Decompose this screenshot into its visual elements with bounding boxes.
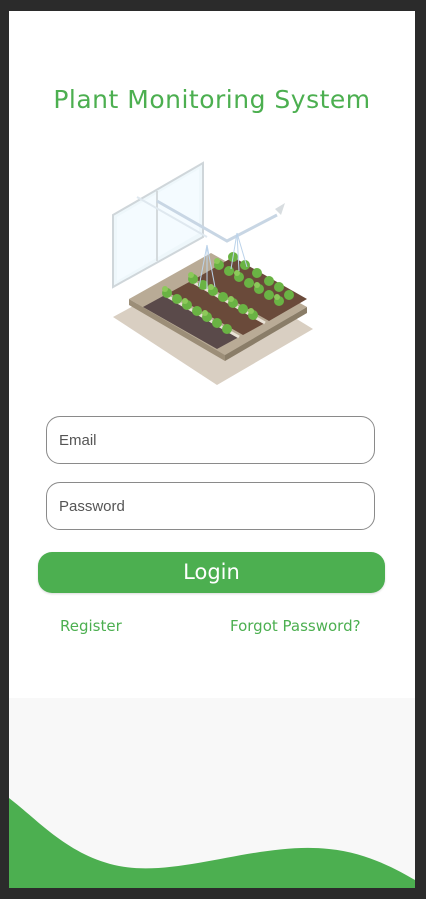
app-screen: Plant Monitoring System Email Login Regi… (9, 11, 415, 888)
footer-wave (9, 798, 415, 888)
email-input[interactable] (47, 417, 374, 463)
page-title: Plant Monitoring System (53, 85, 371, 114)
greenhouse-illustration (112, 161, 313, 385)
forgot-password-link[interactable]: Forgot Password? (230, 617, 361, 635)
register-link[interactable]: Register (60, 617, 122, 635)
email-field[interactable] (46, 416, 375, 464)
login-button[interactable]: Login (38, 552, 385, 593)
password-input[interactable] (47, 483, 374, 529)
password-field[interactable] (46, 482, 375, 530)
